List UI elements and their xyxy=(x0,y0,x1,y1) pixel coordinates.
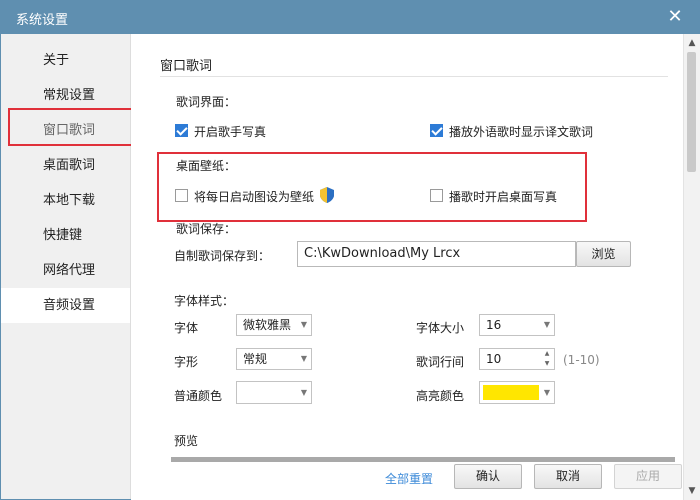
show-singer-photo-label[interactable]: 开启歌手写真 xyxy=(194,123,266,140)
sidebar-item-audio[interactable]: 音频设置 xyxy=(1,288,130,323)
font-size-value: 16 xyxy=(486,318,502,332)
highlight-color-picker[interactable]: ▼ xyxy=(479,381,555,404)
chevron-down-icon: ▼ xyxy=(543,388,550,397)
highlight-color-label: 高亮颜色 xyxy=(416,389,465,403)
font-style-select-label: 字形 xyxy=(174,355,199,369)
wallpaper-highlight-box xyxy=(157,152,587,222)
chevron-down-icon: ▼ xyxy=(543,320,550,329)
font-size-label: 字体大小 xyxy=(416,321,465,335)
reset-all-link[interactable]: 全部重置 xyxy=(385,470,433,487)
line-spacing-range: (1-10) xyxy=(563,353,600,367)
normal-color-swatch xyxy=(240,385,296,400)
spin-down-icon[interactable]: ▼ xyxy=(541,359,553,369)
font-select[interactable]: 微软雅黑 ▼ xyxy=(236,314,312,336)
sidebar-item-desktop-lyrics[interactable]: 桌面歌词 xyxy=(1,148,130,183)
line-spacing-label: 歌词行间 xyxy=(416,355,465,369)
scroll-down-icon[interactable]: ▼ xyxy=(684,483,700,499)
settings-panel: 窗口歌词 歌词界面： 开启歌手写真 播放外语歌时显示译文歌词 桌面壁纸： 将每日… xyxy=(131,34,683,500)
lyrics-save-label: 歌词保存： xyxy=(176,222,237,236)
sidebar-item-about[interactable]: 关于 xyxy=(1,43,130,78)
font-style-value: 常规 xyxy=(243,352,268,366)
sidebar-highlight-box xyxy=(8,108,150,146)
sidebar-item-network-proxy[interactable]: 网络代理 xyxy=(1,253,130,288)
preview-label: 预览 xyxy=(174,434,199,448)
apply-button[interactable]: 应用 xyxy=(614,464,682,489)
sidebar-item-shortcuts[interactable]: 快捷键 xyxy=(1,218,130,253)
sidebar: 关于 常规设置 窗口歌词 桌面歌词 本地下载 快捷键 网络代理 音频设置 xyxy=(1,34,131,499)
chevron-down-icon: ▼ xyxy=(300,388,307,397)
font-style-select[interactable]: 常规 ▼ xyxy=(236,348,312,370)
cancel-button[interactable]: 取消 xyxy=(534,464,602,489)
normal-color-label: 普通颜色 xyxy=(174,389,223,403)
title-bar: 系统设置 ✕ xyxy=(0,0,700,34)
section-title: 窗口歌词 xyxy=(160,59,213,74)
show-translation-checkbox[interactable] xyxy=(430,124,443,137)
close-icon[interactable]: ✕ xyxy=(662,5,688,29)
preview-area xyxy=(171,457,675,462)
spin-up-icon[interactable]: ▲ xyxy=(541,349,553,359)
chevron-down-icon: ▼ xyxy=(300,354,307,363)
chevron-down-icon: ▼ xyxy=(300,320,307,329)
save-path-label: 自制歌词保存到： xyxy=(174,249,271,263)
scroll-up-icon[interactable]: ▲ xyxy=(684,35,700,51)
ok-button[interactable]: 确认 xyxy=(454,464,522,489)
vertical-scrollbar[interactable]: ▲ ▼ xyxy=(683,34,700,500)
font-size-select[interactable]: 16 ▼ xyxy=(479,314,555,336)
normal-color-picker[interactable]: ▼ xyxy=(236,381,312,404)
highlight-color-swatch xyxy=(483,385,539,400)
line-spacing-stepper[interactable]: 10 ▲ ▼ xyxy=(479,348,555,370)
font-style-label: 字体样式： xyxy=(174,294,235,308)
browse-button[interactable]: 浏览 xyxy=(576,241,631,267)
line-spacing-value: 10 xyxy=(486,352,502,366)
show-singer-photo-checkbox[interactable] xyxy=(175,124,188,137)
section-divider xyxy=(160,76,668,77)
save-path-input[interactable]: C:\KwDownload\My Lrcx xyxy=(297,241,576,267)
sidebar-item-local-download[interactable]: 本地下载 xyxy=(1,183,130,218)
window-title: 系统设置 xyxy=(16,13,69,28)
font-label: 字体 xyxy=(174,321,199,335)
font-select-value: 微软雅黑 xyxy=(243,318,292,332)
scroll-thumb[interactable] xyxy=(687,52,696,172)
settings-window: 系统设置 ✕ 关于 常规设置 窗口歌词 桌面歌词 本地下载 快捷键 网络代理 音… xyxy=(0,0,700,500)
lyrics-ui-label: 歌词界面： xyxy=(176,95,237,109)
show-translation-label[interactable]: 播放外语歌时显示译文歌词 xyxy=(449,123,593,140)
